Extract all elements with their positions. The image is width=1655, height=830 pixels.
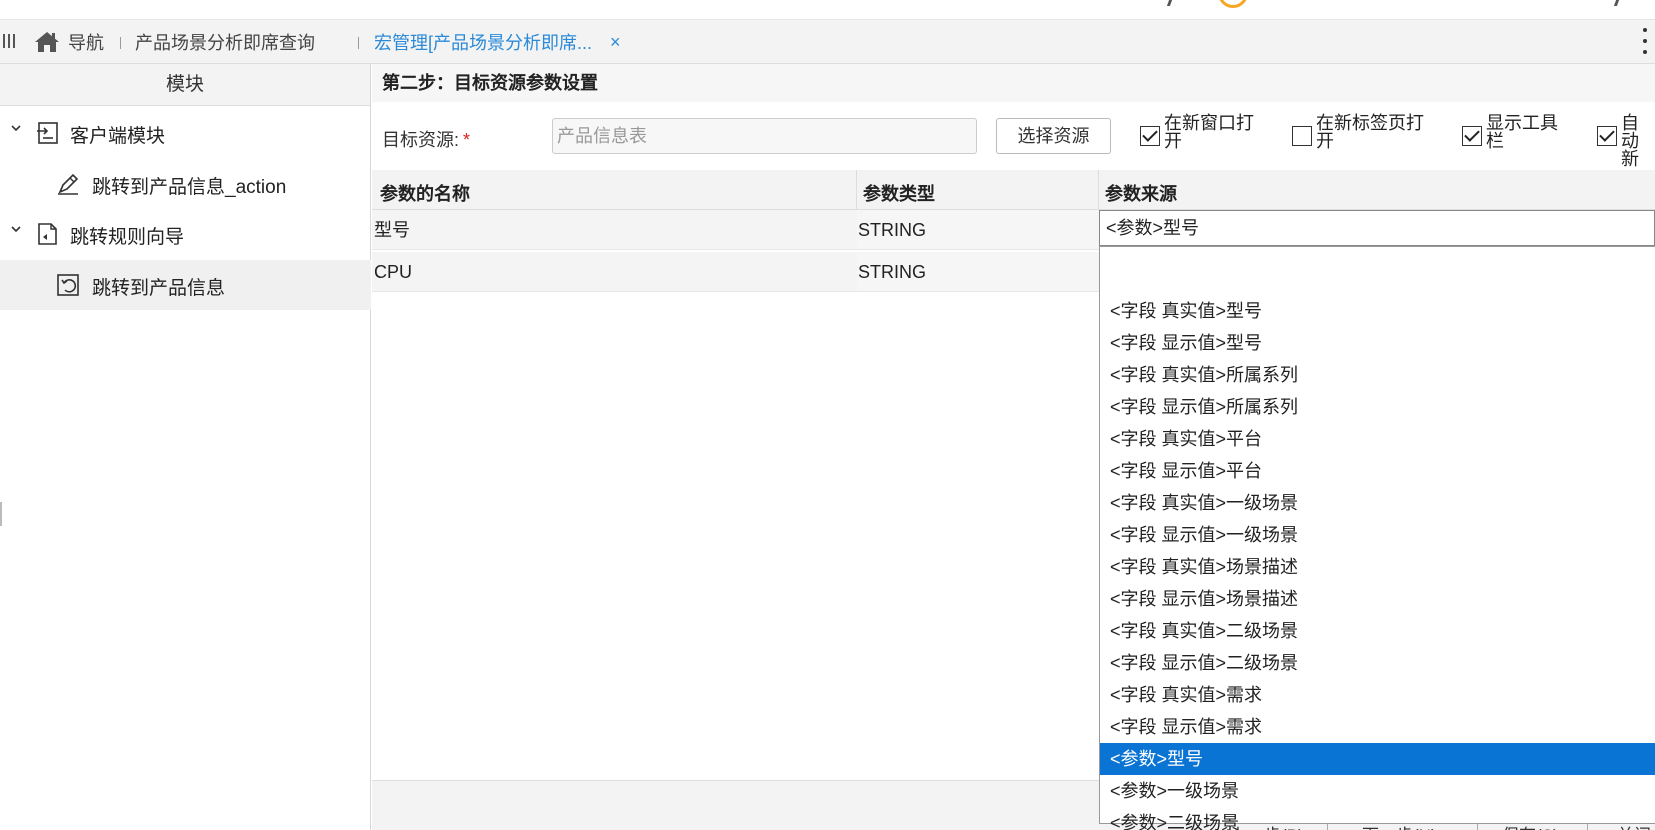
checkbox-label: 在新标签页打开 (1316, 113, 1424, 151)
chevron-down-icon[interactable] (10, 122, 22, 134)
jump-redirect-icon (57, 274, 79, 296)
tree-item-label: 跳转到产品信息 (92, 278, 226, 299)
dropdown-option[interactable]: <参数>一级场景 (1100, 775, 1655, 807)
param-type-cell: STRING (858, 262, 927, 282)
checkbox-label: 显示工具栏 (1486, 113, 1558, 151)
checkbox-label: 自动新 (1621, 113, 1639, 169)
dropdown-option[interactable]: <字段 显示值>平台 (1100, 455, 1655, 487)
grid-header: 参数的名称 参数类型 参数来源 (372, 170, 1655, 210)
wizard-document-icon (38, 223, 57, 245)
tab-navigation-label: 导航 (68, 33, 104, 53)
tab-bar: 导航 产品场景分析即席查询 宏管理[产品场景分析即席... × (0, 20, 1655, 64)
dropdown-option[interactable]: <字段 真实值>所属系列 (1100, 359, 1655, 391)
edit-action-icon (58, 173, 79, 195)
user-avatar-icon[interactable] (1218, 0, 1248, 8)
menu-grip-icon[interactable] (3, 34, 15, 48)
checkbox-box[interactable] (1140, 126, 1160, 146)
param-source-combobox[interactable]: <参数>型号 (1099, 210, 1655, 246)
tab-divider (120, 37, 121, 49)
tab-ad-hoc-query-label: 产品场景分析即席查询 (135, 33, 315, 53)
show-toolbar-checkbox[interactable]: 显示工具栏 (1462, 114, 1558, 150)
tab-ad-hoc-query[interactable]: 产品场景分析即席查询 (135, 20, 315, 64)
checkbox-box[interactable] (1597, 126, 1617, 146)
select-resource-button[interactable]: 选择资源 (996, 118, 1111, 154)
dropdown-option[interactable]: <字段 真实值>需求 (1100, 679, 1655, 711)
sidebar-resize-handle[interactable] (0, 502, 2, 526)
target-resource-row: 目标资源: * 产品信息表 选择资源 在新窗口打开 在新标签页打开 显示工具栏 自… (372, 102, 1655, 170)
partial-icon (1613, 0, 1620, 6)
param-name-cell: 型号 (374, 220, 410, 240)
target-resource-label: 目标资源: * (382, 126, 470, 152)
partial-icon (1166, 0, 1173, 6)
dropdown-option[interactable]: <字段 真实值>平台 (1100, 423, 1655, 455)
tree-item-jump-to-product-info[interactable]: 跳转到产品信息 (0, 260, 371, 310)
column-divider[interactable] (1098, 170, 1099, 210)
dropdown-option[interactable]: <字段 显示值>二级场景 (1100, 647, 1655, 679)
more-options-icon[interactable] (1642, 28, 1648, 56)
chevron-down-icon[interactable] (10, 223, 22, 235)
required-mark: * (463, 130, 471, 150)
checkbox-label: 在新窗口打开 (1164, 113, 1254, 151)
dropdown-option[interactable]: <字段 显示值>所属系列 (1100, 391, 1655, 423)
client-module-icon (37, 122, 58, 144)
column-divider[interactable] (856, 170, 857, 210)
top-header-strip (0, 0, 1655, 20)
open-in-new-tab-checkbox[interactable]: 在新标签页打开 (1292, 114, 1424, 150)
dropdown-option[interactable]: <字段 真实值>型号 (1100, 295, 1655, 327)
dropdown-option[interactable] (1100, 247, 1655, 279)
module-sidebar: 模块 客户端模块 跳转到产品信息_action 跳转规则向导 跳转到产品信息 (0, 64, 371, 830)
tab-navigation[interactable]: 导航 (34, 20, 104, 64)
tree-item-client-module[interactable]: 客户端模块 (0, 108, 371, 158)
tab-macro-management-label: 宏管理[产品场景分析即席... (374, 33, 593, 53)
dropdown-option[interactable]: <字段 真实值>二级场景 (1100, 615, 1655, 647)
column-header-type: 参数类型 (863, 184, 935, 204)
target-resource-input[interactable]: 产品信息表 (552, 118, 977, 154)
tab-macro-management[interactable]: 宏管理[产品场景分析即席... × (374, 20, 621, 64)
checkbox-box[interactable] (1462, 126, 1482, 146)
open-in-new-window-checkbox[interactable]: 在新窗口打开 (1140, 114, 1254, 150)
dropdown-option[interactable]: <字段 显示值>需求 (1100, 711, 1655, 743)
dropdown-option[interactable]: <参数>二级场景 (1100, 807, 1655, 830)
tree-item-label: 客户端模块 (70, 126, 166, 147)
checkbox-box[interactable] (1292, 126, 1312, 146)
sidebar-header: 模块 (0, 64, 370, 106)
tab-divider (358, 37, 359, 49)
param-name-cell: CPU (374, 262, 413, 282)
dropdown-option[interactable]: <字段 真实值>一级场景 (1100, 487, 1655, 519)
step-title: 第二步：目标资源参数设置 (372, 64, 1655, 102)
dropdown-option[interactable]: <字段 显示值>场景描述 (1100, 583, 1655, 615)
tree-item-label: 跳转规则向导 (70, 227, 185, 248)
dropdown-option[interactable]: <参数>型号 (1100, 743, 1655, 775)
dropdown-option[interactable]: <字段 真实值>场景描述 (1100, 551, 1655, 583)
param-type-cell: STRING (858, 220, 927, 240)
param-source-dropdown[interactable]: <字段 真实值>型号 <字段 显示值>型号 <字段 真实值>所属系列 <字段 显示值>… (1099, 246, 1655, 830)
close-tab-icon[interactable]: × (610, 32, 621, 53)
dropdown-option[interactable]: <字段 显示值>一级场景 (1100, 519, 1655, 551)
auto-refresh-checkbox[interactable]: 自动新 (1597, 114, 1655, 168)
dropdown-option[interactable]: <字段 显示值>型号 (1100, 327, 1655, 359)
tree-item-action[interactable]: 跳转到产品信息_action (0, 159, 371, 209)
column-header-name: 参数的名称 (380, 184, 470, 204)
column-header-source: 参数来源 (1105, 184, 1177, 204)
tree-item-jump-rule-wizard[interactable]: 跳转规则向导 (0, 209, 371, 259)
tree-item-label: 跳转到产品信息_action (92, 177, 287, 198)
home-icon (35, 32, 59, 52)
target-resource-label-text: 目标资源: (382, 130, 460, 150)
